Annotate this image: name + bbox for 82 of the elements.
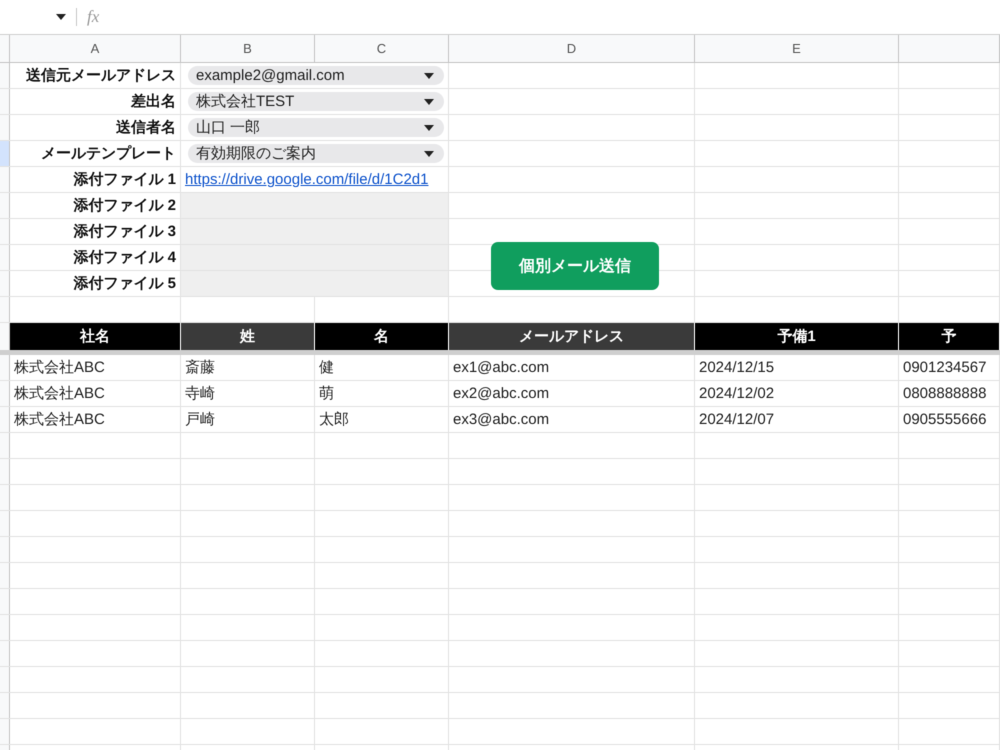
column-header[interactable] (899, 35, 1000, 62)
table-cell: 戸崎 (181, 407, 315, 432)
row-header[interactable] (0, 35, 10, 62)
dropdown-chip[interactable]: 株式会社TEST (188, 92, 444, 111)
caret-icon (424, 150, 434, 156)
column-header[interactable]: E (695, 35, 899, 62)
dropdown-caret-icon[interactable] (56, 14, 66, 20)
row-header[interactable] (0, 167, 10, 192)
row-header[interactable] (0, 511, 10, 536)
table-cell: 斎藤 (181, 355, 315, 380)
row-header[interactable] (0, 355, 10, 380)
caret-icon (424, 72, 434, 78)
field-label: 添付ファイル 5 (73, 274, 176, 293)
dropdown-chip[interactable]: 有効期限のご案内 (188, 144, 444, 163)
column-header[interactable]: B (181, 35, 315, 62)
row-header[interactable] (0, 63, 10, 88)
row-header[interactable] (0, 589, 10, 614)
row-header[interactable] (0, 433, 10, 458)
dropdown-chip[interactable]: example2@gmail.com (188, 66, 444, 85)
row-header[interactable] (0, 141, 10, 166)
table-header-cell: 社名 (10, 323, 181, 350)
table-cell: 2024/12/02 (695, 381, 899, 406)
field-label: 添付ファイル 2 (73, 196, 176, 215)
row-header[interactable] (0, 219, 10, 244)
row-header[interactable] (0, 693, 10, 718)
row-header[interactable] (0, 89, 10, 114)
column-header[interactable]: C (315, 35, 449, 62)
table-cell: 株式会社ABC (10, 355, 181, 380)
table-header-cell: 姓 (181, 323, 315, 350)
table-cell: 0901234567 (899, 355, 1000, 380)
row-header[interactable] (0, 245, 10, 270)
table-cell: 株式会社ABC (10, 381, 181, 406)
row-header[interactable] (0, 459, 10, 484)
row-header[interactable] (0, 323, 10, 350)
attachment-cell[interactable] (181, 219, 449, 244)
dropdown-chip[interactable]: 山口 一郎 (188, 118, 444, 137)
row-header[interactable] (0, 115, 10, 140)
table-cell: 太郎 (315, 407, 449, 432)
table-cell: 健 (315, 355, 449, 380)
attachment-link[interactable]: https://drive.google.com/file/d/1C2d1 (185, 171, 428, 188)
row-header[interactable] (0, 641, 10, 666)
table-cell: 株式会社ABC (10, 407, 181, 432)
row-header[interactable] (0, 485, 10, 510)
row-header[interactable] (0, 563, 10, 588)
row-header[interactable] (0, 615, 10, 640)
table-cell: 寺崎 (181, 381, 315, 406)
column-header[interactable]: D (449, 35, 695, 62)
table-cell: 0808888888 (899, 381, 1000, 406)
row-header[interactable] (0, 407, 10, 432)
table-header-cell: メールアドレス (449, 323, 695, 350)
caret-icon (424, 98, 434, 104)
formula-label: fx (87, 7, 100, 27)
table-cell: 2024/12/15 (695, 355, 899, 380)
table-cell: 2024/12/07 (695, 407, 899, 432)
column-header[interactable]: A (10, 35, 181, 62)
caret-icon (424, 124, 434, 130)
row-header[interactable] (0, 667, 10, 692)
row-header[interactable] (0, 537, 10, 562)
table-cell: 0905555666 (899, 407, 1000, 432)
table-cell: ex3@abc.com (449, 407, 695, 432)
table-header-cell: 予 (899, 323, 1000, 350)
attachment-cell[interactable]: https://drive.google.com/file/d/1C2d1 (181, 167, 449, 192)
table-header-cell: 予備1 (695, 323, 899, 350)
field-label: 添付ファイル 1 (73, 170, 176, 189)
table-cell: 萌 (315, 381, 449, 406)
field-label: 添付ファイル 3 (73, 222, 176, 241)
row-header[interactable] (0, 193, 10, 218)
table-cell: ex2@abc.com (449, 381, 695, 406)
field-label: メールテンプレート (41, 144, 176, 163)
field-label: 添付ファイル 4 (73, 248, 176, 267)
row-header[interactable] (0, 381, 10, 406)
field-label: 送信元メールアドレス (26, 66, 176, 85)
attachment-cell[interactable] (181, 193, 449, 218)
table-cell: ex1@abc.com (449, 355, 695, 380)
field-label: 差出名 (131, 92, 176, 111)
field-label: 送信者名 (116, 118, 176, 137)
table-header-cell: 名 (315, 323, 449, 350)
row-header[interactable] (0, 719, 10, 744)
row-header[interactable] (0, 271, 10, 296)
row-header[interactable] (0, 297, 10, 322)
attachment-cell[interactable] (181, 245, 449, 270)
attachment-cell[interactable] (181, 271, 449, 296)
